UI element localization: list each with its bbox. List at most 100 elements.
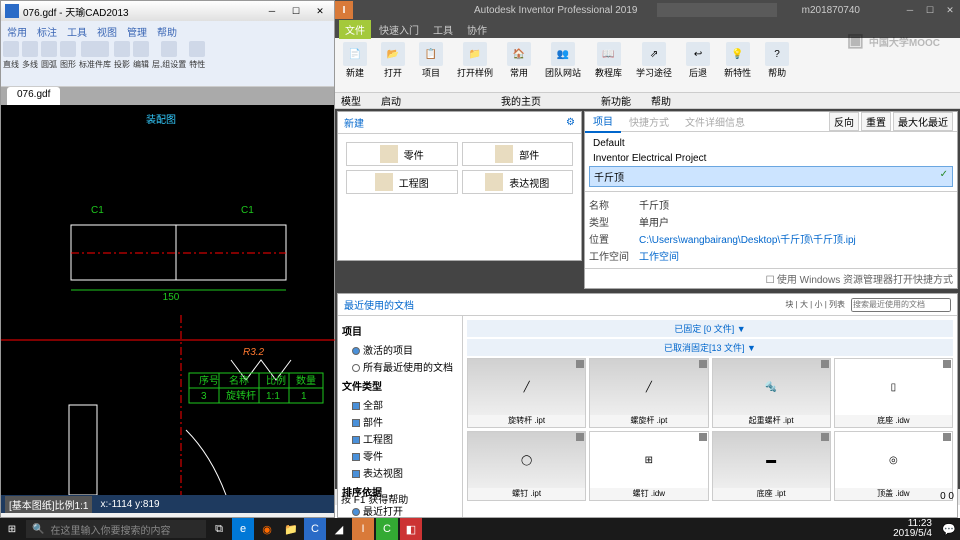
new-part-button[interactable]: 零件 bbox=[346, 142, 458, 166]
ribbon-group[interactable]: 图形 bbox=[60, 41, 76, 84]
cad-menu-item[interactable]: 常用 bbox=[3, 23, 31, 37]
cad-menu-item[interactable]: 帮助 bbox=[153, 23, 181, 37]
ribbon-group[interactable]: 投影 bbox=[114, 41, 130, 84]
pin-icon[interactable] bbox=[699, 360, 707, 368]
tree-item[interactable]: 工程图 bbox=[342, 430, 458, 447]
fileinfo-tab[interactable]: 文件详细信息 bbox=[677, 111, 753, 132]
close-button[interactable]: ✕ bbox=[310, 3, 330, 19]
ribbon-learn[interactable]: ⇗学习途径 bbox=[630, 40, 678, 90]
taskview-icon[interactable]: ⧉ bbox=[208, 518, 230, 540]
start-button[interactable]: ⊞ bbox=[0, 518, 24, 540]
app-icon[interactable]: ◢ bbox=[328, 518, 350, 540]
file-thumb[interactable]: 🔩起重螺杆 .ipt bbox=[712, 358, 831, 428]
pinned-header[interactable]: 已固定 [0 文件] ▼ bbox=[467, 320, 953, 337]
pin-icon[interactable] bbox=[699, 433, 707, 441]
new-presentation-button[interactable]: 表达视图 bbox=[462, 170, 574, 194]
file-thumb[interactable]: ╱旋转杆 .ipt bbox=[467, 358, 586, 428]
ribbon-back[interactable]: ↩后退 bbox=[680, 40, 716, 90]
project-row-selected[interactable]: 千斤顶✓ bbox=[589, 166, 953, 187]
project-row[interactable]: Default bbox=[589, 136, 953, 151]
ribbon-group[interactable]: 标准件库 bbox=[79, 41, 111, 84]
ribbon-tutorial[interactable]: 📖教程库 bbox=[589, 40, 628, 90]
tree-item[interactable]: 全部 bbox=[342, 396, 458, 413]
inv-user[interactable]: m201870740 bbox=[802, 5, 860, 16]
sub-tab[interactable]: 模型 bbox=[341, 93, 361, 108]
tb-btn[interactable]: 最大化最近 bbox=[893, 112, 953, 131]
taskbar-search[interactable]: 🔍在这里输入你要搜索的内容 bbox=[26, 520, 206, 538]
cad-menu-item[interactable]: 管理 bbox=[123, 23, 151, 37]
ribbon-new[interactable]: 📄新建 bbox=[337, 40, 373, 90]
ribbon-team[interactable]: 👥团队网站 bbox=[539, 40, 587, 90]
app-icon[interactable]: ◉ bbox=[256, 518, 278, 540]
sub-tab[interactable]: 我的主页 bbox=[501, 93, 541, 108]
tree-item[interactable]: 表达视图 bbox=[342, 464, 458, 481]
shortcut-tab[interactable]: 快捷方式 bbox=[621, 111, 677, 132]
tree-item[interactable]: 零件 bbox=[342, 447, 458, 464]
sub-tab[interactable]: 新功能 bbox=[601, 93, 631, 108]
project-row[interactable]: Inventor Electrical Project bbox=[589, 151, 953, 166]
ribbon-group[interactable]: 层,组设置 bbox=[152, 41, 186, 84]
cad-menu-item[interactable]: 标注 bbox=[33, 23, 61, 37]
pin-icon[interactable] bbox=[943, 433, 951, 441]
pin-icon[interactable] bbox=[576, 360, 584, 368]
inv-menu-item[interactable]: 工具 bbox=[427, 20, 459, 39]
new-drawing-button[interactable]: 工程图 bbox=[346, 170, 458, 194]
unpinned-header[interactable]: 已取消固定[13 文件] ▼ bbox=[467, 339, 953, 356]
file-thumb[interactable]: ◎顶盖 .idw bbox=[834, 431, 953, 501]
notification-icon[interactable]: 💬 bbox=[938, 518, 960, 540]
tree-item[interactable]: 激活的项目 bbox=[342, 341, 458, 358]
recent-search-input[interactable] bbox=[851, 298, 951, 312]
ribbon-open[interactable]: 📂打开 bbox=[375, 40, 411, 90]
minimize-button[interactable]: ─ bbox=[900, 2, 920, 18]
ribbon-whatsnew[interactable]: 💡新特性 bbox=[718, 40, 757, 90]
gear-icon[interactable]: ⚙ bbox=[566, 117, 575, 128]
inv-menu-item[interactable]: 快速入门 bbox=[373, 20, 425, 39]
cad-menu-item[interactable]: 工具 bbox=[63, 23, 91, 37]
ribbon-project[interactable]: 📋项目 bbox=[413, 40, 449, 90]
ribbon-sample[interactable]: 📁打开样例 bbox=[451, 40, 499, 90]
checkbox-icon[interactable]: ☐ bbox=[766, 275, 775, 286]
app-icon[interactable]: ◧ bbox=[400, 518, 422, 540]
cad-canvas[interactable]: 装配图 C1 C1 150 R3.2 序号 名称 比例 数 bbox=[1, 105, 334, 495]
inv-title-search[interactable] bbox=[657, 3, 777, 17]
inv-menu-item[interactable]: 协作 bbox=[461, 20, 493, 39]
maximize-button[interactable]: ☐ bbox=[286, 3, 306, 19]
new-assembly-button[interactable]: 部件 bbox=[462, 142, 574, 166]
pin-icon[interactable] bbox=[943, 360, 951, 368]
file-thumb[interactable]: ⊞螺钉 .idw bbox=[589, 431, 708, 501]
inv-titlebar[interactable]: I Autodesk Inventor Professional 2019 m2… bbox=[335, 0, 960, 20]
sub-tab[interactable]: 启动 bbox=[381, 93, 401, 108]
tree-item[interactable]: 所有最近使用的文档 bbox=[342, 358, 458, 375]
maximize-button[interactable]: ☐ bbox=[920, 2, 940, 18]
ribbon-help[interactable]: ?帮助 bbox=[759, 40, 795, 90]
file-thumb[interactable]: ╱螺旋杆 .ipt bbox=[589, 358, 708, 428]
view-options[interactable]: 块 | 大 | 小 | 列表 bbox=[785, 299, 845, 310]
app-icon[interactable]: e bbox=[232, 518, 254, 540]
file-thumb[interactable]: ▯底座 .idw bbox=[834, 358, 953, 428]
cad-titlebar[interactable]: 076.gdf - 天瑜CAD2013 ─ ☐ ✕ bbox=[1, 1, 334, 21]
file-thumb[interactable]: ▬底座 .ipt bbox=[712, 431, 831, 501]
ribbon-home[interactable]: 🏠常用 bbox=[501, 40, 537, 90]
close-button[interactable]: ✕ bbox=[940, 2, 960, 18]
inv-menu-file[interactable]: 文件 bbox=[339, 20, 371, 39]
tree-item[interactable]: 部件 bbox=[342, 413, 458, 430]
project-tab[interactable]: 项目 bbox=[585, 110, 621, 133]
ribbon-group[interactable]: 多线 bbox=[22, 41, 38, 84]
cad-menu-item[interactable]: 视图 bbox=[93, 23, 121, 37]
tb-btn[interactable]: 反向 bbox=[829, 112, 859, 131]
ribbon-group[interactable]: 特性 bbox=[189, 41, 205, 84]
ribbon-group[interactable]: 直线 bbox=[3, 41, 19, 84]
app-icon[interactable]: C bbox=[304, 518, 326, 540]
ribbon-group[interactable]: 编辑 bbox=[133, 41, 149, 84]
cad-doc-tab[interactable]: 076.gdf bbox=[7, 87, 60, 105]
tb-btn[interactable]: 重置 bbox=[861, 112, 891, 131]
pin-icon[interactable] bbox=[821, 360, 829, 368]
minimize-button[interactable]: ─ bbox=[262, 3, 282, 19]
pin-icon[interactable] bbox=[821, 433, 829, 441]
taskbar-clock[interactable]: 11:23 2019/5/4 bbox=[893, 519, 936, 539]
ribbon-group[interactable]: 圆弧 bbox=[41, 41, 57, 84]
pin-icon[interactable] bbox=[576, 433, 584, 441]
app-icon[interactable]: 📁 bbox=[280, 518, 302, 540]
file-thumb[interactable]: ◯螺钉 .ipt bbox=[467, 431, 586, 501]
sub-tab[interactable]: 帮助 bbox=[651, 93, 671, 108]
